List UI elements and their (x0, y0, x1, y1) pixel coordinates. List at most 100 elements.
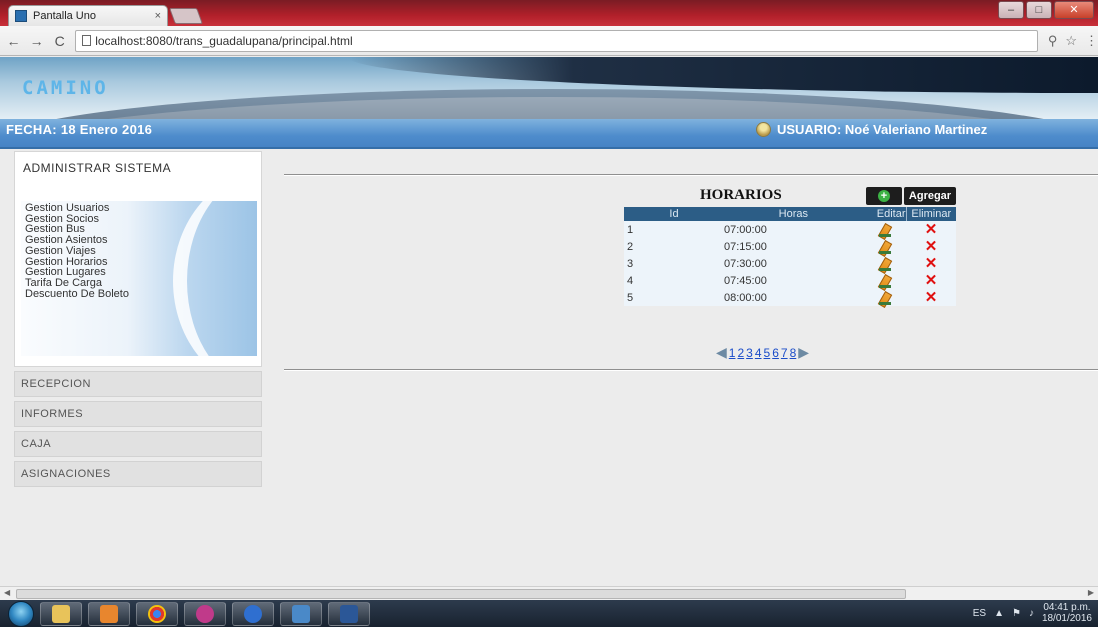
address-actions: ⚲ ☆ ⋮ (1048, 33, 1098, 49)
page-link[interactable]: 8 (790, 346, 797, 360)
browser-tab[interactable]: Pantalla Uno × (8, 5, 168, 26)
scroll-right-arrow-icon[interactable]: ▶ (1088, 588, 1094, 597)
chrome-icon (148, 604, 166, 623)
taskbar-ie[interactable] (232, 601, 274, 626)
column-header-eliminar: Eliminar (906, 207, 956, 221)
zoom-icon[interactable]: ⚲ (1048, 33, 1058, 49)
app-icon (196, 604, 214, 623)
row-id: 1 (624, 221, 724, 238)
word-icon (340, 604, 358, 623)
admin-section-title[interactable]: ADMINISTRAR SISTEMA (23, 161, 171, 175)
taskbar-word[interactable] (328, 601, 370, 626)
forward-arrow-icon[interactable]: → (27, 33, 46, 49)
info-bar: FECHA: 18 Enero 2016 USUARIO: Noé Valeri… (0, 119, 1098, 149)
horizontal-scrollbar[interactable]: ◀ ▶ (0, 586, 1098, 600)
tab-close-icon[interactable]: × (155, 10, 161, 22)
window-titlebar: Pantalla Uno × – □ ✕ (0, 0, 1098, 26)
table-row: 4 07:45:00 ✕ (624, 272, 956, 289)
add-icon-button[interactable]: + (866, 187, 902, 205)
edit-pencil-icon[interactable] (879, 274, 893, 288)
horarios-title: HORARIOS (700, 187, 782, 203)
row-hora: 07:00:00 (724, 221, 866, 238)
sidebar: ADMINISTRAR SISTEMA Gestion Usuarios Ges… (14, 151, 262, 487)
menu-item-gestion-viajes[interactable]: Gestion Viajes (25, 245, 129, 257)
app-banner: CAMINO (0, 57, 1098, 119)
url-text: localhost:8080/trans_guadalupana/princip… (95, 33, 353, 48)
agregar-button[interactable]: Agregar (904, 187, 956, 205)
page-favicon-icon (15, 10, 27, 22)
media-player-icon (100, 604, 118, 623)
delete-x-icon[interactable]: ✕ (925, 272, 938, 289)
tab-title: Pantalla Uno (33, 10, 96, 22)
url-input[interactable]: localhost:8080/trans_guadalupana/princip… (75, 29, 1038, 52)
page-icon (82, 35, 92, 46)
page-link[interactable]: 2 (737, 346, 744, 360)
taskbar-chrome[interactable] (136, 601, 178, 626)
reload-icon[interactable]: C (50, 33, 69, 49)
maximize-button[interactable]: □ (1026, 1, 1052, 19)
bookmark-star-icon[interactable]: ☆ (1065, 33, 1077, 49)
edit-pencil-icon[interactable] (879, 291, 893, 305)
tray-volume-icon[interactable]: ♪ (1029, 608, 1034, 619)
sidebar-section-informes[interactable]: INFORMES (14, 401, 262, 427)
address-bar: ← → C localhost:8080/trans_guadalupana/p… (0, 26, 1098, 56)
tray-chevron-icon[interactable]: ▲ (994, 608, 1004, 619)
clock-date: 18/01/2016 (1041, 613, 1092, 624)
column-header-editar: Editar (866, 207, 907, 221)
windows-taskbar: ES ▲ ⚑ ♪ 04:41 p.m. 18/01/2016 (0, 600, 1098, 627)
user-avatar-icon (756, 122, 771, 137)
column-header-id: Id (624, 207, 724, 221)
clock-time: 04:41 p.m. (1043, 602, 1091, 613)
clock[interactable]: 04:41 p.m. 18/01/2016 (1042, 602, 1092, 624)
menu-icon[interactable]: ⋮ (1085, 33, 1098, 49)
row-hora: 08:00:00 (724, 289, 866, 306)
taskbar-media[interactable] (88, 601, 130, 626)
row-id: 2 (624, 238, 724, 255)
sidebar-section-recepcion[interactable]: RECEPCION (14, 371, 262, 397)
delete-x-icon[interactable]: ✕ (925, 255, 938, 272)
admin-menu: Gestion Usuarios Gestion Socios Gestion … (21, 201, 257, 356)
horarios-panel: HORARIOS + Agregar Id Horas Editar Elimi… (624, 185, 956, 306)
delete-x-icon[interactable]: ✕ (925, 221, 938, 238)
row-id: 3 (624, 255, 724, 272)
row-id: 4 (624, 272, 724, 289)
taskbar-network[interactable] (280, 601, 322, 626)
menu-item-descuento-de-boleto[interactable]: Descuento De Boleto (25, 288, 129, 300)
previous-page-arrow-icon[interactable]: ◀ (716, 344, 727, 361)
row-hora: 07:45:00 (724, 272, 866, 289)
taskbar-explorer[interactable] (40, 601, 82, 626)
close-window-button[interactable]: ✕ (1054, 1, 1094, 19)
column-header-horas: Horas (724, 207, 866, 221)
edit-pencil-icon[interactable] (879, 223, 893, 237)
edit-pencil-icon[interactable] (879, 257, 893, 271)
page-link[interactable]: 5 (764, 346, 771, 360)
window-controls: – □ ✕ (998, 1, 1094, 19)
scrollbar-thumb[interactable] (16, 589, 906, 599)
new-tab-button[interactable] (169, 8, 203, 24)
page-link[interactable]: 6 (772, 346, 779, 360)
banner-decoration (348, 57, 1098, 93)
content-top-divider (284, 174, 1098, 176)
next-page-arrow-icon[interactable]: ▶ (798, 344, 809, 361)
back-arrow-icon[interactable]: ← (4, 33, 23, 49)
delete-x-icon[interactable]: ✕ (925, 289, 938, 306)
delete-x-icon[interactable]: ✕ (925, 238, 938, 255)
folder-icon (52, 604, 70, 623)
start-button[interactable] (8, 600, 34, 627)
sidebar-section-asignaciones[interactable]: ASIGNACIONES (14, 461, 262, 487)
pagination: ◀ 1 2 3 4 5 6 7 8 ▶ (716, 344, 809, 361)
edit-pencil-icon[interactable] (879, 240, 893, 254)
page-link[interactable]: 1 (729, 346, 736, 360)
language-indicator[interactable]: ES (973, 608, 986, 619)
browser-icon (244, 604, 262, 623)
page-link[interactable]: 4 (755, 346, 762, 360)
minimize-button[interactable]: – (998, 1, 1024, 19)
page-link[interactable]: 3 (746, 346, 753, 360)
page-link[interactable]: 7 (781, 346, 788, 360)
taskbar-app[interactable] (184, 601, 226, 626)
menu-decoration (173, 201, 257, 356)
scroll-left-arrow-icon[interactable]: ◀ (4, 588, 10, 597)
tray-flag-icon[interactable]: ⚑ (1012, 608, 1021, 619)
table-row: 3 07:30:00 ✕ (624, 255, 956, 272)
sidebar-section-caja[interactable]: CAJA (14, 431, 262, 457)
